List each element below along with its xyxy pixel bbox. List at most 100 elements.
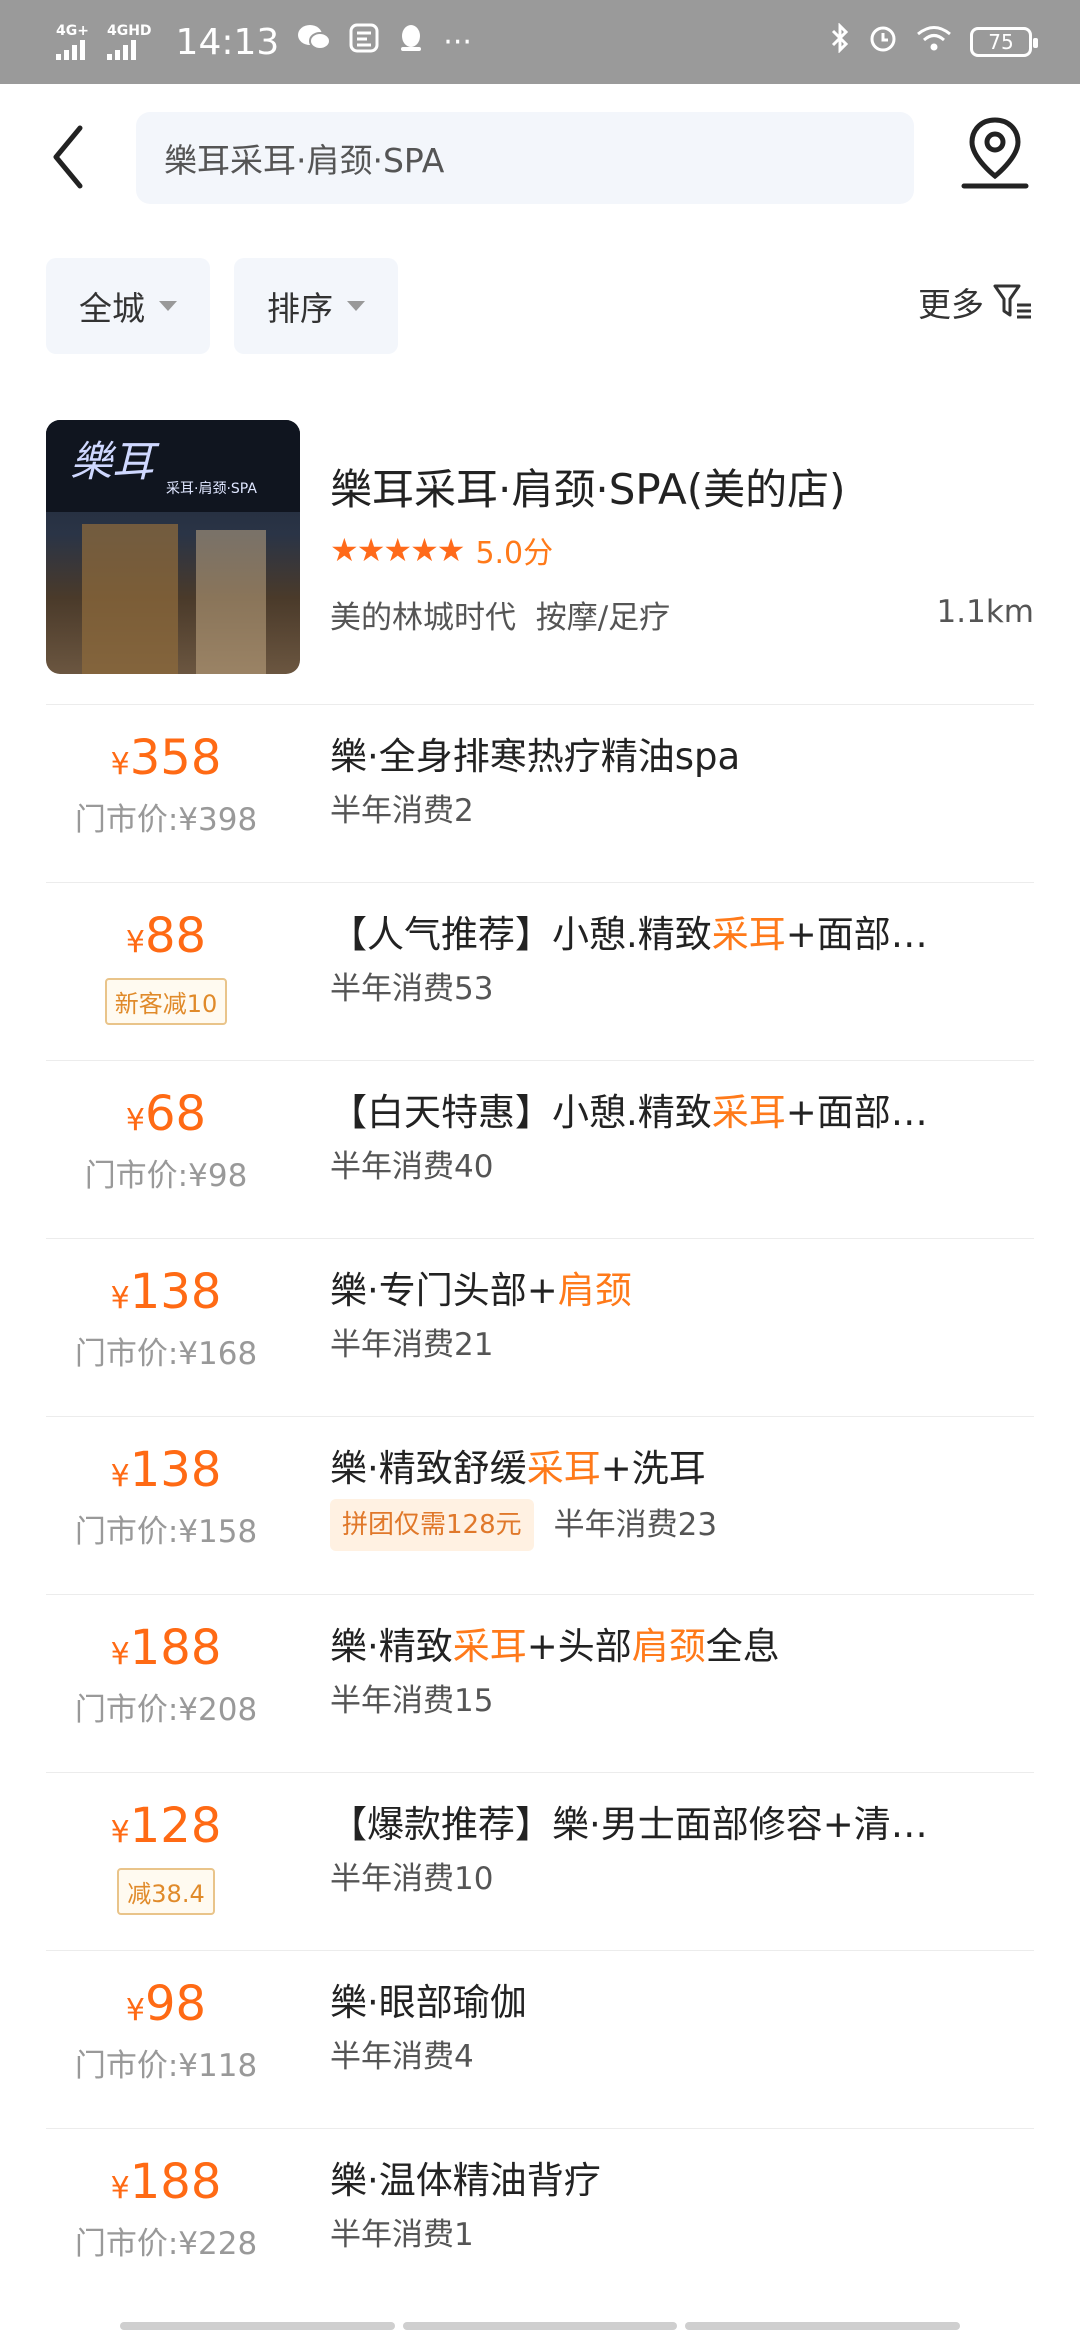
deal-item[interactable]: ¥68 门市价:¥98 【白天特惠】小憩.精致采耳+面部… 半年消费40: [46, 1060, 1034, 1238]
deal-price-column: ¥88 新客减10: [46, 903, 286, 1025]
clock: 14:13: [175, 21, 280, 63]
rating-score: 5.0分: [475, 536, 554, 571]
price-value: 128: [129, 1798, 222, 1854]
wifi-icon: [916, 22, 952, 62]
original-price: 门市价:¥208: [74, 1692, 258, 1728]
deal-price-column: ¥98 门市价:¥118: [46, 1971, 286, 2088]
deal-info: 樂·精致采耳+头部肩颈全息 半年消费15: [330, 1619, 1030, 1725]
alarm-icon: [868, 22, 898, 62]
deal-price-column: ¥138 门市价:¥168: [46, 1259, 286, 1376]
deal-sales: 拼团仅需128元 半年消费23: [330, 1499, 1030, 1551]
deal-price: ¥358: [46, 725, 286, 798]
bluetooth-icon: [830, 22, 850, 62]
title-text: +头部: [526, 1625, 632, 1668]
deal-item[interactable]: ¥188 门市价:¥228 樂·温体精油背疗 半年消费1: [46, 2128, 1034, 2306]
deal-price-column: ¥188 门市价:¥208: [46, 1615, 286, 1732]
network-type-label: 4G+: [56, 23, 89, 39]
title-text: +洗耳: [600, 1447, 706, 1490]
scroll-indicator: [120, 2322, 961, 2330]
deal-item[interactable]: ¥98 门市价:¥118 樂·眼部瑜伽 半年消费4: [46, 1950, 1034, 2128]
sales-count: 半年消费53: [330, 971, 494, 1007]
more-dots-icon: ···: [443, 24, 472, 60]
battery-icon: 75: [970, 27, 1038, 57]
deal-info: 樂·专门头部+肩颈 半年消费21: [330, 1263, 1030, 1369]
shop-category: 按摩/足疗: [535, 600, 671, 636]
status-bar: 4G+ 4GHD 14:13 ··· 75: [0, 0, 1080, 84]
price-value: 188: [129, 1620, 222, 1676]
title-text: 全息: [705, 1625, 780, 1668]
sales-count: 半年消费40: [330, 1149, 494, 1185]
title-text: 樂·温体精油背疗: [330, 2159, 601, 2202]
shop-photo[interactable]: 樂耳 采耳·肩颈·SPA: [46, 420, 300, 674]
deal-sales: 半年消费4: [330, 2033, 1030, 2081]
original-price: 门市价:¥158: [74, 1514, 258, 1550]
deal-list: ¥358 门市价:¥398 樂·全身排寒热疗精油spa 半年消费2 ¥88 新客…: [46, 704, 1034, 2306]
deal-price: ¥188: [46, 2149, 286, 2222]
deal-sales: 半年消费10: [330, 1855, 1030, 1903]
currency-symbol: ¥: [110, 1637, 130, 1672]
filter-bar: 全城 排序 更多: [0, 258, 1080, 358]
qq-icon: [397, 23, 425, 61]
title-highlight: 采耳: [452, 1625, 527, 1668]
title-text: 樂·精致舒缓: [330, 1447, 527, 1490]
price-value: 98: [145, 1976, 207, 2032]
shop-meta: 美的林城时代 按摩/足疗: [330, 592, 670, 637]
filter-sort-button[interactable]: 排序: [234, 258, 398, 354]
title-highlight: 肩颈: [557, 1269, 632, 1312]
deal-sales: 半年消费1: [330, 2211, 1030, 2259]
deal-info: 【人气推荐】小憩.精致采耳+面部… 半年消费53: [330, 907, 1030, 1013]
deal-price: ¥188: [46, 1615, 286, 1688]
currency-symbol: ¥: [125, 925, 145, 960]
price-value: 358: [129, 730, 222, 786]
shop-name: 樂耳采耳·肩颈·SPA(美的店): [330, 465, 846, 514]
currency-symbol: ¥: [110, 747, 130, 782]
sales-count: 半年消费4: [330, 2039, 474, 2075]
deal-sales: 半年消费2: [330, 787, 1030, 835]
deal-info: 樂·眼部瑜伽 半年消费4: [330, 1975, 1030, 2081]
back-button[interactable]: [46, 122, 96, 192]
deal-price: ¥128: [46, 1793, 286, 1866]
deal-title: 樂·精致采耳+头部肩颈全息: [330, 1619, 1030, 1675]
filter-more-button[interactable]: 更多: [918, 278, 1034, 326]
shop-logo: 樂耳: [70, 437, 155, 486]
original-price: 门市价:¥98: [84, 1158, 248, 1194]
original-price: 门市价:¥118: [74, 2048, 258, 2084]
deal-price: ¥98: [46, 1971, 286, 2044]
title-highlight: 肩颈: [631, 1625, 706, 1668]
header: [0, 84, 1080, 232]
deal-item[interactable]: ¥358 门市价:¥398 樂·全身排寒热疗精油spa 半年消费2: [46, 704, 1034, 882]
deal-item[interactable]: ¥188 门市价:¥208 樂·精致采耳+头部肩颈全息 半年消费15: [46, 1594, 1034, 1772]
title-text: 樂·专门头部+: [330, 1269, 558, 1312]
sales-count: 半年消费15: [330, 1683, 494, 1719]
deal-item[interactable]: ¥138 门市价:¥168 樂·专门头部+肩颈 半年消费21: [46, 1238, 1034, 1416]
shop-card[interactable]: 樂耳 采耳·肩颈·SPA 樂耳采耳·肩颈·SPA(美的店) ★★★★★ 5.0分…: [46, 420, 1034, 674]
title-text: 樂·全身排寒热疗精油spa: [330, 735, 741, 778]
title-text: +面部…: [785, 913, 928, 956]
currency-symbol: ¥: [125, 1993, 145, 2028]
filter-city-button[interactable]: 全城: [46, 258, 210, 354]
original-price: 门市价:¥168: [74, 1336, 258, 1372]
deal-sales: 半年消费53: [330, 965, 1030, 1013]
price-value: 68: [145, 1086, 207, 1142]
title-text: 【人气推荐】小憩.精致: [330, 913, 712, 956]
map-button[interactable]: [960, 114, 1030, 194]
filter-city-label: 全城: [79, 289, 145, 328]
deal-title: 樂·温体精油背疗: [330, 2153, 1030, 2209]
deal-sales: 半年消费21: [330, 1321, 1030, 1369]
deal-sales: 半年消费40: [330, 1143, 1030, 1191]
deal-price: ¥88: [46, 903, 286, 976]
deal-item[interactable]: ¥128 减38.4 【爆款推荐】樂·男士面部修容+清… 半年消费10: [46, 1772, 1034, 1950]
signal-4ghd-icon: 4GHD: [106, 24, 152, 60]
original-price: 门市价:¥228: [74, 2226, 258, 2262]
deal-info: 【白天特惠】小憩.精致采耳+面部… 半年消费40: [330, 1085, 1030, 1191]
deal-price-column: ¥138 门市价:¥158: [46, 1437, 286, 1554]
deal-item[interactable]: ¥88 新客减10 【人气推荐】小憩.精致采耳+面部… 半年消费53: [46, 882, 1034, 1060]
search-box[interactable]: [136, 112, 914, 204]
deal-title: 樂·精致舒缓采耳+洗耳: [330, 1441, 1030, 1497]
sales-count: 半年消费2: [330, 793, 474, 829]
search-input[interactable]: [164, 138, 914, 178]
shop-distance: 1.1km: [936, 594, 1034, 630]
currency-symbol: ¥: [110, 1281, 130, 1316]
filter-more-label: 更多: [918, 285, 984, 324]
deal-item[interactable]: ¥138 门市价:¥158 樂·精致舒缓采耳+洗耳 拼团仅需128元 半年消费23: [46, 1416, 1034, 1594]
